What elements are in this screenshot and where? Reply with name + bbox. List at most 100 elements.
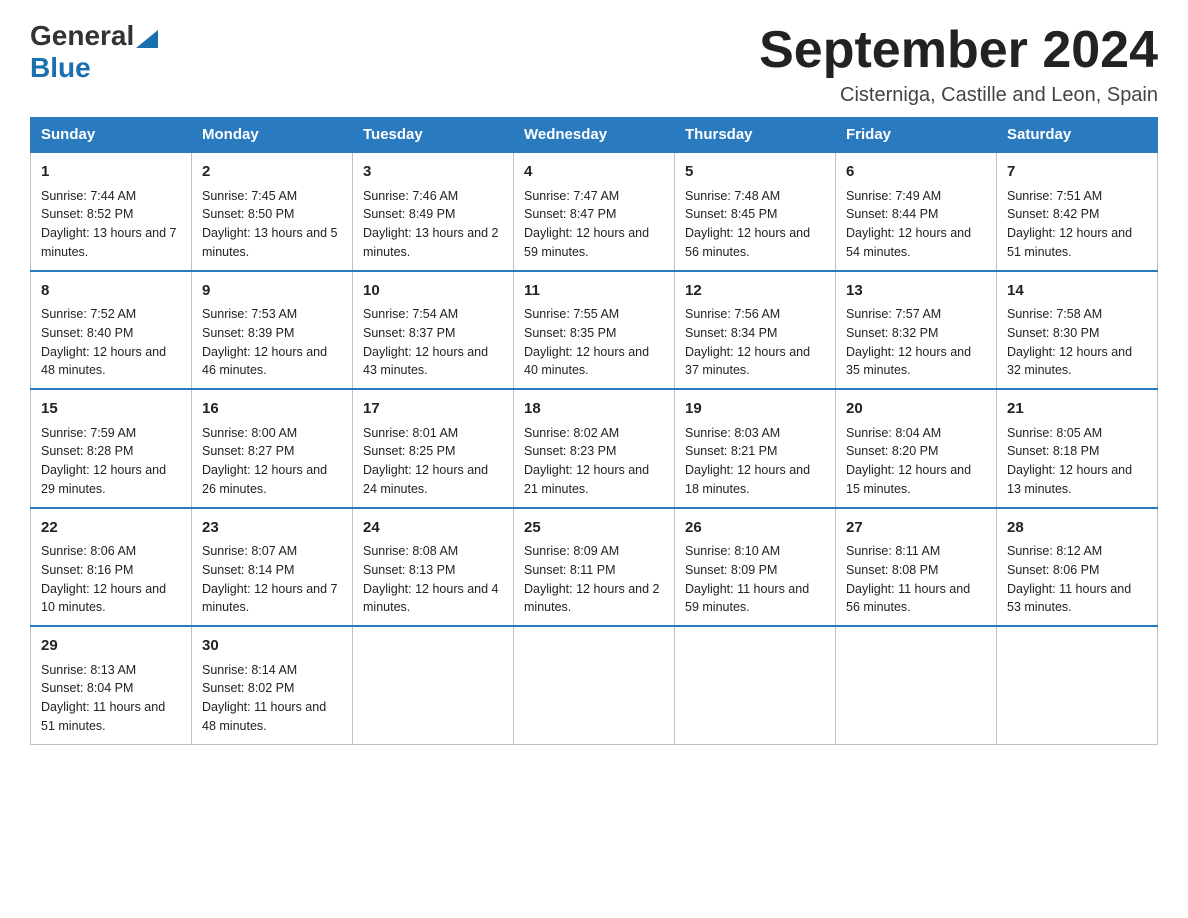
calendar-table: Sunday Monday Tuesday Wednesday Thursday… bbox=[30, 117, 1158, 745]
day-info: Sunrise: 7:51 AMSunset: 8:42 PMDaylight:… bbox=[1007, 187, 1147, 262]
table-row: 22 Sunrise: 8:06 AMSunset: 8:16 PMDaylig… bbox=[31, 508, 192, 627]
logo-blue: Blue bbox=[30, 52, 91, 83]
day-number: 27 bbox=[846, 517, 986, 540]
day-number: 3 bbox=[363, 161, 503, 184]
table-row: 9 Sunrise: 7:53 AMSunset: 8:39 PMDayligh… bbox=[192, 271, 353, 390]
day-number: 28 bbox=[1007, 517, 1147, 540]
week-row-1: 1 Sunrise: 7:44 AMSunset: 8:52 PMDayligh… bbox=[31, 152, 1158, 271]
day-number: 1 bbox=[41, 161, 181, 184]
day-info: Sunrise: 8:04 AMSunset: 8:20 PMDaylight:… bbox=[846, 424, 986, 499]
day-info: Sunrise: 7:55 AMSunset: 8:35 PMDaylight:… bbox=[524, 305, 664, 380]
day-info: Sunrise: 8:01 AMSunset: 8:25 PMDaylight:… bbox=[363, 424, 503, 499]
day-info: Sunrise: 8:02 AMSunset: 8:23 PMDaylight:… bbox=[524, 424, 664, 499]
day-number: 20 bbox=[846, 398, 986, 421]
weekday-header-row: Sunday Monday Tuesday Wednesday Thursday… bbox=[31, 118, 1158, 153]
day-info: Sunrise: 7:45 AMSunset: 8:50 PMDaylight:… bbox=[202, 187, 342, 262]
table-row: 14 Sunrise: 7:58 AMSunset: 8:30 PMDaylig… bbox=[997, 271, 1158, 390]
table-row: 27 Sunrise: 8:11 AMSunset: 8:08 PMDaylig… bbox=[836, 508, 997, 627]
day-info: Sunrise: 7:46 AMSunset: 8:49 PMDaylight:… bbox=[363, 187, 503, 262]
header-saturday: Saturday bbox=[997, 118, 1158, 153]
day-info: Sunrise: 7:58 AMSunset: 8:30 PMDaylight:… bbox=[1007, 305, 1147, 380]
table-row: 10 Sunrise: 7:54 AMSunset: 8:37 PMDaylig… bbox=[353, 271, 514, 390]
day-number: 8 bbox=[41, 280, 181, 303]
table-row bbox=[675, 626, 836, 744]
table-row: 16 Sunrise: 8:00 AMSunset: 8:27 PMDaylig… bbox=[192, 389, 353, 508]
day-info: Sunrise: 8:11 AMSunset: 8:08 PMDaylight:… bbox=[846, 542, 986, 617]
day-info: Sunrise: 8:05 AMSunset: 8:18 PMDaylight:… bbox=[1007, 424, 1147, 499]
day-number: 30 bbox=[202, 635, 342, 658]
day-info: Sunrise: 7:44 AMSunset: 8:52 PMDaylight:… bbox=[41, 187, 181, 262]
logo: General Blue bbox=[30, 20, 158, 84]
day-number: 18 bbox=[524, 398, 664, 421]
table-row: 8 Sunrise: 7:52 AMSunset: 8:40 PMDayligh… bbox=[31, 271, 192, 390]
table-row: 19 Sunrise: 8:03 AMSunset: 8:21 PMDaylig… bbox=[675, 389, 836, 508]
day-number: 7 bbox=[1007, 161, 1147, 184]
day-info: Sunrise: 8:14 AMSunset: 8:02 PMDaylight:… bbox=[202, 661, 342, 736]
header-sunday: Sunday bbox=[31, 118, 192, 153]
header-wednesday: Wednesday bbox=[514, 118, 675, 153]
header-thursday: Thursday bbox=[675, 118, 836, 153]
day-number: 26 bbox=[685, 517, 825, 540]
page-header: General Blue September 2024 Cisterniga, … bbox=[30, 20, 1158, 107]
day-number: 11 bbox=[524, 280, 664, 303]
day-number: 14 bbox=[1007, 280, 1147, 303]
logo-triangle-icon bbox=[136, 26, 158, 48]
logo-general: General bbox=[30, 20, 134, 52]
table-row: 29 Sunrise: 8:13 AMSunset: 8:04 PMDaylig… bbox=[31, 626, 192, 744]
day-info: Sunrise: 8:09 AMSunset: 8:11 PMDaylight:… bbox=[524, 542, 664, 617]
day-info: Sunrise: 8:08 AMSunset: 8:13 PMDaylight:… bbox=[363, 542, 503, 617]
table-row: 11 Sunrise: 7:55 AMSunset: 8:35 PMDaylig… bbox=[514, 271, 675, 390]
day-number: 12 bbox=[685, 280, 825, 303]
table-row: 30 Sunrise: 8:14 AMSunset: 8:02 PMDaylig… bbox=[192, 626, 353, 744]
table-row: 3 Sunrise: 7:46 AMSunset: 8:49 PMDayligh… bbox=[353, 152, 514, 271]
day-number: 15 bbox=[41, 398, 181, 421]
day-number: 4 bbox=[524, 161, 664, 184]
table-row: 25 Sunrise: 8:09 AMSunset: 8:11 PMDaylig… bbox=[514, 508, 675, 627]
header-monday: Monday bbox=[192, 118, 353, 153]
day-info: Sunrise: 8:10 AMSunset: 8:09 PMDaylight:… bbox=[685, 542, 825, 617]
day-info: Sunrise: 8:12 AMSunset: 8:06 PMDaylight:… bbox=[1007, 542, 1147, 617]
week-row-5: 29 Sunrise: 8:13 AMSunset: 8:04 PMDaylig… bbox=[31, 626, 1158, 744]
table-row: 6 Sunrise: 7:49 AMSunset: 8:44 PMDayligh… bbox=[836, 152, 997, 271]
day-info: Sunrise: 7:56 AMSunset: 8:34 PMDaylight:… bbox=[685, 305, 825, 380]
day-number: 25 bbox=[524, 517, 664, 540]
table-row: 17 Sunrise: 8:01 AMSunset: 8:25 PMDaylig… bbox=[353, 389, 514, 508]
day-number: 17 bbox=[363, 398, 503, 421]
day-info: Sunrise: 7:54 AMSunset: 8:37 PMDaylight:… bbox=[363, 305, 503, 380]
week-row-3: 15 Sunrise: 7:59 AMSunset: 8:28 PMDaylig… bbox=[31, 389, 1158, 508]
day-info: Sunrise: 7:59 AMSunset: 8:28 PMDaylight:… bbox=[41, 424, 181, 499]
day-number: 9 bbox=[202, 280, 342, 303]
day-info: Sunrise: 7:57 AMSunset: 8:32 PMDaylight:… bbox=[846, 305, 986, 380]
day-info: Sunrise: 7:52 AMSunset: 8:40 PMDaylight:… bbox=[41, 305, 181, 380]
table-row bbox=[997, 626, 1158, 744]
day-info: Sunrise: 7:48 AMSunset: 8:45 PMDaylight:… bbox=[685, 187, 825, 262]
table-row: 23 Sunrise: 8:07 AMSunset: 8:14 PMDaylig… bbox=[192, 508, 353, 627]
day-number: 21 bbox=[1007, 398, 1147, 421]
day-info: Sunrise: 7:53 AMSunset: 8:39 PMDaylight:… bbox=[202, 305, 342, 380]
day-number: 19 bbox=[685, 398, 825, 421]
table-row: 12 Sunrise: 7:56 AMSunset: 8:34 PMDaylig… bbox=[675, 271, 836, 390]
table-row bbox=[836, 626, 997, 744]
day-number: 29 bbox=[41, 635, 181, 658]
table-row bbox=[353, 626, 514, 744]
table-row: 15 Sunrise: 7:59 AMSunset: 8:28 PMDaylig… bbox=[31, 389, 192, 508]
table-row: 26 Sunrise: 8:10 AMSunset: 8:09 PMDaylig… bbox=[675, 508, 836, 627]
day-info: Sunrise: 8:06 AMSunset: 8:16 PMDaylight:… bbox=[41, 542, 181, 617]
title-section: September 2024 Cisterniga, Castille and … bbox=[759, 20, 1158, 107]
day-number: 13 bbox=[846, 280, 986, 303]
location-subtitle: Cisterniga, Castille and Leon, Spain bbox=[759, 84, 1158, 107]
table-row: 1 Sunrise: 7:44 AMSunset: 8:52 PMDayligh… bbox=[31, 152, 192, 271]
day-number: 24 bbox=[363, 517, 503, 540]
table-row: 13 Sunrise: 7:57 AMSunset: 8:32 PMDaylig… bbox=[836, 271, 997, 390]
header-friday: Friday bbox=[836, 118, 997, 153]
day-number: 5 bbox=[685, 161, 825, 184]
table-row: 2 Sunrise: 7:45 AMSunset: 8:50 PMDayligh… bbox=[192, 152, 353, 271]
table-row: 28 Sunrise: 8:12 AMSunset: 8:06 PMDaylig… bbox=[997, 508, 1158, 627]
day-info: Sunrise: 8:00 AMSunset: 8:27 PMDaylight:… bbox=[202, 424, 342, 499]
day-number: 10 bbox=[363, 280, 503, 303]
table-row: 7 Sunrise: 7:51 AMSunset: 8:42 PMDayligh… bbox=[997, 152, 1158, 271]
header-tuesday: Tuesday bbox=[353, 118, 514, 153]
month-title: September 2024 bbox=[759, 20, 1158, 80]
day-number: 6 bbox=[846, 161, 986, 184]
table-row bbox=[514, 626, 675, 744]
